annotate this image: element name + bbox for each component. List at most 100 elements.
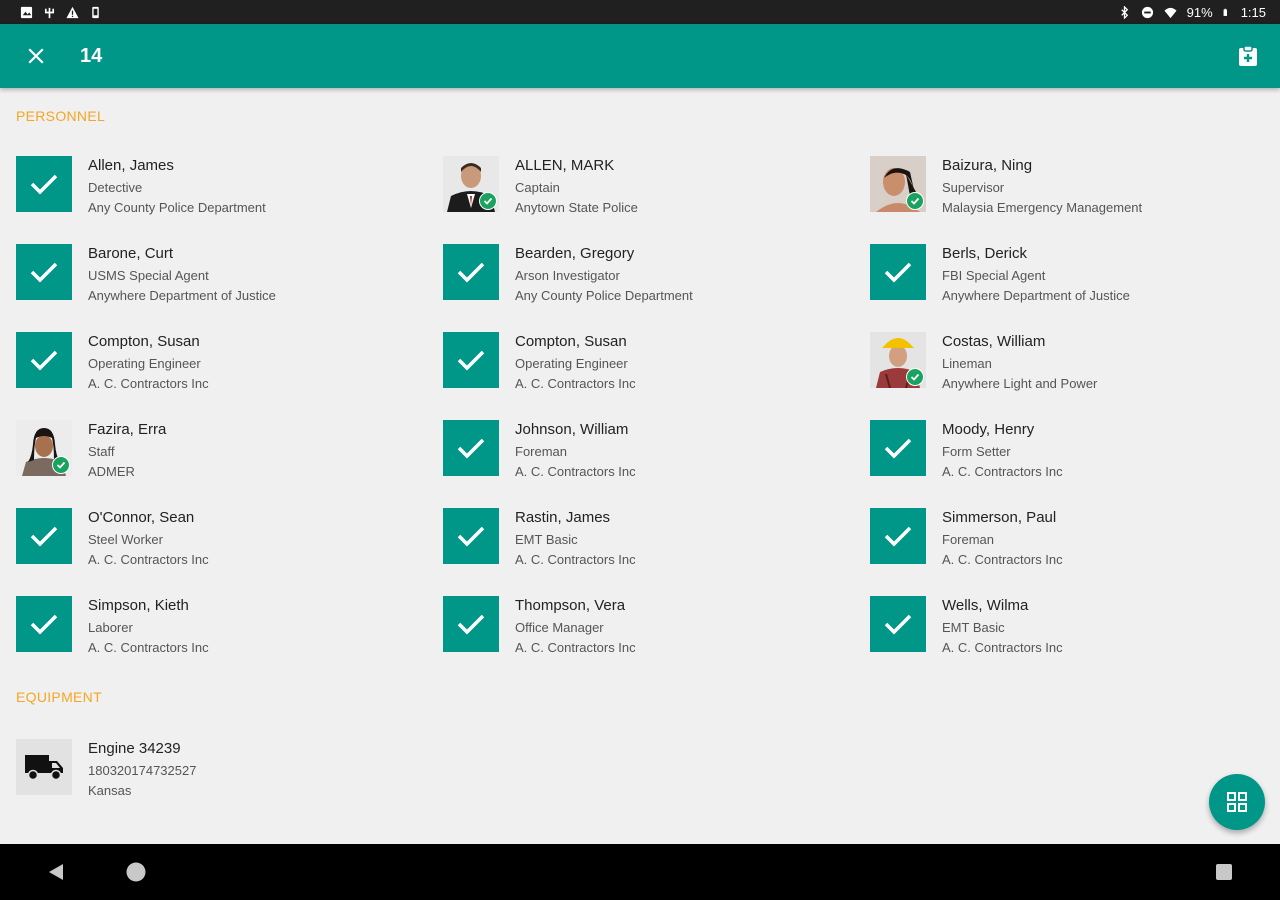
personnel-item[interactable]: Allen, James Detective Any County Police D…	[16, 156, 443, 244]
personnel-info: Simmerson, Paul Foreman A. C. Contractors …	[942, 510, 1063, 570]
personnel-name: Compton, Susan	[515, 333, 627, 350]
personnel-org: Any County Police Department	[88, 200, 266, 215]
personnel-item[interactable]: O'Connor, Sean Steel Worker A. C. Contract…	[16, 508, 443, 596]
section-header-personnel: PERSONNEL	[16, 108, 106, 124]
personnel-item[interactable]: Simpson, Kieth Laborer A. C. Contractors I…	[16, 596, 443, 684]
personnel-item[interactable]: Costas, William Lineman Anywhere Light and…	[870, 332, 1280, 420]
clipboard-add-icon	[1239, 45, 1257, 66]
personnel-title: Operating Engineer	[515, 356, 628, 371]
personnel-org: Anywhere Department of Justice	[942, 288, 1130, 303]
selected-checkbox[interactable]	[443, 332, 499, 388]
personnel-name: Berls, Derick	[942, 245, 1028, 262]
personnel-org: Malaysia Emergency Management	[942, 200, 1143, 215]
selected-checkbox[interactable]	[443, 244, 499, 300]
personnel-item[interactable]: Barone, Curt USMS Special Agent Anywhere D…	[16, 244, 443, 332]
personnel-item[interactable]: Berls, Derick FBI Special Agent Anywhere D…	[870, 244, 1280, 332]
recents-button[interactable]	[1210, 858, 1238, 886]
avatar[interactable]	[16, 420, 72, 476]
check-icon	[30, 526, 58, 547]
bluetooth-icon	[1120, 5, 1128, 19]
warning-icon	[66, 6, 79, 18]
home-button[interactable]	[122, 858, 150, 886]
qr-scan-button[interactable]	[1209, 774, 1265, 830]
personnel-item[interactable]: Rastin, James EMT Basic A. C. Contractors …	[443, 508, 870, 596]
personnel-org: A. C. Contractors Inc	[515, 464, 636, 479]
add-to-clipboard-button[interactable]	[1228, 36, 1268, 76]
check-icon	[483, 197, 493, 205]
personnel-item[interactable]: Johnson, William Foreman A. C. Contractors…	[443, 420, 870, 508]
personnel-name: ALLEN, MARK	[515, 157, 615, 174]
check-icon	[30, 262, 58, 283]
personnel-info: Allen, James Detective Any County Police D…	[88, 158, 266, 218]
selected-checkbox[interactable]	[16, 244, 72, 300]
battery-percentage: 91%	[1186, 4, 1213, 20]
check-icon	[884, 614, 912, 635]
personnel-org: A. C. Contractors Inc	[942, 552, 1063, 567]
personnel-org: A. C. Contractors Inc	[88, 640, 209, 655]
personnel-item[interactable]: Thompson, Vera Office Manager A. C. Contra…	[443, 596, 870, 684]
personnel-info: Baizura, Ning Supervisor Malaysia Emergenc…	[942, 158, 1142, 218]
avatar[interactable]	[870, 156, 926, 212]
selected-checkbox[interactable]	[443, 420, 499, 476]
check-icon	[910, 373, 920, 381]
personnel-org: A. C. Contractors Inc	[515, 552, 636, 567]
personnel-title: Supervisor	[942, 180, 1005, 195]
avatar[interactable]	[443, 156, 499, 212]
personnel-org: ADMER	[88, 464, 135, 479]
personnel-name: Barone, Curt	[88, 245, 174, 262]
close-button[interactable]	[0, 24, 72, 88]
personnel-org: A. C. Contractors Inc	[515, 640, 636, 655]
personnel-org: Anywhere Department of Justice	[88, 288, 276, 303]
personnel-item[interactable]: Baizura, Ning Supervisor Malaysia Emergenc…	[870, 156, 1280, 244]
check-icon	[457, 526, 485, 547]
personnel-item[interactable]: Bearden, Gregory Arson Investigator Any Co…	[443, 244, 870, 332]
check-icon	[884, 526, 912, 547]
selected-checkbox[interactable]	[870, 244, 926, 300]
check-icon	[457, 438, 485, 459]
check-icon	[457, 614, 485, 635]
personnel-name: Thompson, Vera	[515, 597, 626, 614]
selected-checkbox[interactable]	[870, 508, 926, 564]
personnel-item[interactable]: Compton, Susan Operating Engineer A. C. Co…	[16, 332, 443, 420]
personnel-info: Barone, Curt USMS Special Agent Anywhere D…	[88, 246, 276, 306]
equipment-item[interactable]: Engine 34239 180320174732527 Kansas	[16, 739, 196, 801]
personnel-item[interactable]: Simmerson, Paul Foreman A. C. Contractors …	[870, 508, 1280, 596]
personnel-org: A. C. Contractors Inc	[515, 376, 636, 391]
selected-checkbox[interactable]	[16, 332, 72, 388]
selected-checkbox[interactable]	[16, 596, 72, 652]
personnel-info: Wells, Wilma EMT Basic A. C. Contractors I…	[942, 598, 1063, 658]
personnel-item[interactable]: Fazira, Erra Staff ADMER	[16, 420, 443, 508]
selected-badge	[906, 192, 924, 210]
avatar[interactable]	[870, 332, 926, 388]
equipment-info: Engine 34239 180320174732527 Kansas	[88, 741, 196, 801]
personnel-info: Simpson, Kieth Laborer A. C. Contractors I…	[88, 598, 209, 658]
check-icon	[884, 438, 912, 459]
back-button[interactable]	[42, 858, 70, 886]
close-icon	[28, 48, 44, 64]
personnel-name: O'Connor, Sean	[88, 509, 195, 526]
personnel-info: Bearden, Gregory Arson Investigator Any Co…	[515, 246, 693, 306]
selected-checkbox[interactable]	[16, 508, 72, 564]
personnel-item[interactable]: ALLEN, MARK Captain Anytown State Police	[443, 156, 870, 244]
selected-checkbox[interactable]	[443, 596, 499, 652]
personnel-name: Allen, James	[88, 157, 174, 174]
personnel-name: Bearden, Gregory	[515, 245, 635, 262]
personnel-info: O'Connor, Sean Steel Worker A. C. Contract…	[88, 510, 209, 570]
selected-checkbox[interactable]	[870, 596, 926, 652]
personnel-title: Operating Engineer	[88, 356, 201, 371]
personnel-title: Staff	[88, 444, 115, 459]
back-triangle-icon	[49, 864, 63, 880]
personnel-grid: Allen, James Detective Any County Police D…	[16, 156, 1280, 684]
personnel-item[interactable]: Wells, Wilma EMT Basic A. C. Contractors I…	[870, 596, 1280, 684]
personnel-name: Compton, Susan	[88, 333, 200, 350]
selected-checkbox[interactable]	[870, 420, 926, 476]
selected-checkbox[interactable]	[443, 508, 499, 564]
personnel-name: Simmerson, Paul	[942, 509, 1057, 526]
personnel-item[interactable]: Moody, Henry Form Setter A. C. Contractors…	[870, 420, 1280, 508]
system-nav-bar	[0, 844, 1280, 900]
personnel-name: Baizura, Ning	[942, 157, 1033, 174]
personnel-item[interactable]: Compton, Susan Operating Engineer A. C. Co…	[443, 332, 870, 420]
personnel-info: Johnson, William Foreman A. C. Contractors…	[515, 422, 636, 482]
personnel-org: A. C. Contractors Inc	[942, 464, 1063, 479]
selected-checkbox[interactable]	[16, 156, 72, 212]
